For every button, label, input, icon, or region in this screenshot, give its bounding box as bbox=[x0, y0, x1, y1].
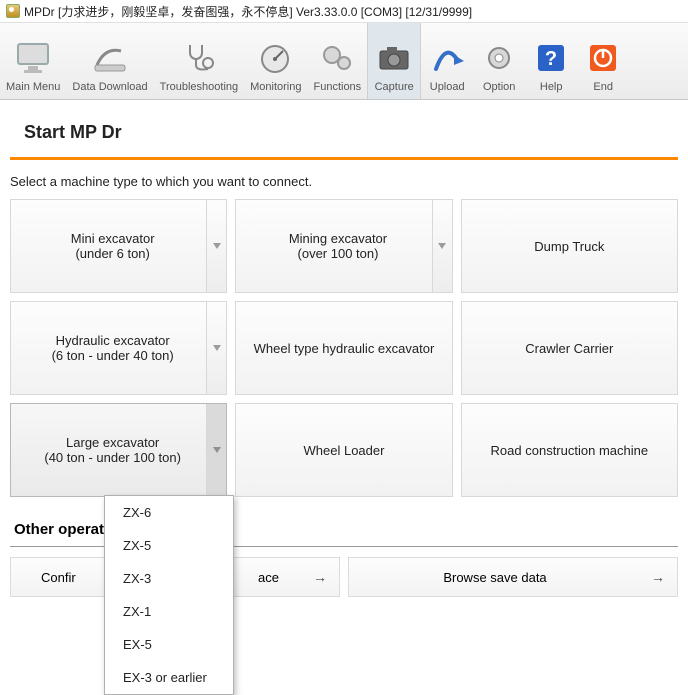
gauge-icon bbox=[256, 38, 296, 78]
toolbar: Main Menu Data Download Troubleshooting … bbox=[0, 22, 688, 100]
label: Mining excavator bbox=[289, 231, 387, 246]
help-button[interactable]: ? Help bbox=[525, 23, 577, 99]
window-titlebar: MPDr [力求进步，刚毅坚卓，发奋图强，永不停息] Ver3.33.0.0 [… bbox=[0, 0, 688, 22]
monitoring-button[interactable]: Monitoring bbox=[244, 23, 307, 99]
machine-large-excavator[interactable]: Large excavator(40 ton - under 100 ton) bbox=[10, 403, 227, 497]
toolbar-label: Main Menu bbox=[6, 82, 60, 93]
upload-icon bbox=[427, 38, 467, 78]
main-menu-button[interactable]: Main Menu bbox=[0, 23, 66, 99]
label: (40 ton - under 100 ton) bbox=[44, 450, 181, 465]
dropdown-item[interactable]: ZX-1 bbox=[105, 595, 233, 628]
toolbar-label: Capture bbox=[375, 82, 414, 93]
browse-save-data-button[interactable]: Browse save data → bbox=[348, 557, 678, 597]
toolbar-label: Troubleshooting bbox=[160, 82, 238, 93]
window-title: MPDr [力求进步，刚毅坚卓，发奋图强，永不停息] Ver3.33.0.0 [… bbox=[24, 3, 472, 20]
download-icon bbox=[90, 38, 130, 78]
toolbar-label: Monitoring bbox=[250, 82, 301, 93]
dropdown-item[interactable]: EX-5 bbox=[105, 628, 233, 661]
data-download-button[interactable]: Data Download bbox=[66, 23, 153, 99]
upload-button[interactable]: Upload bbox=[421, 23, 473, 99]
stethoscope-icon bbox=[179, 38, 219, 78]
svg-text:?: ? bbox=[545, 48, 557, 70]
instruction-text: Select a machine type to which you want … bbox=[10, 174, 678, 189]
end-button[interactable]: End bbox=[577, 23, 629, 99]
label: Crawler Carrier bbox=[525, 341, 613, 356]
toolbar-label: Help bbox=[540, 82, 563, 93]
toolbar-label: Data Download bbox=[72, 82, 147, 93]
machine-wheel-hydraulic-excavator[interactable]: Wheel type hydraulic excavator bbox=[235, 301, 452, 395]
machine-grid: Mini excavator(under 6 ton) Mining excav… bbox=[10, 199, 678, 497]
capture-button[interactable]: Capture bbox=[367, 23, 421, 99]
toolbar-label: Option bbox=[483, 82, 515, 93]
chevron-down-icon[interactable] bbox=[206, 404, 226, 496]
label: Mini excavator bbox=[71, 231, 155, 246]
functions-button[interactable]: Functions bbox=[307, 23, 367, 99]
app-icon bbox=[6, 4, 20, 18]
dropdown-item[interactable]: EX-3 or earlier bbox=[105, 661, 233, 694]
gears-icon bbox=[317, 38, 357, 78]
label: Wheel type hydraulic excavator bbox=[254, 341, 435, 356]
label: Confir bbox=[41, 570, 76, 585]
label: Road construction machine bbox=[491, 443, 649, 458]
dropdown-item[interactable]: ZX-6 bbox=[105, 496, 233, 529]
arrow-right-icon: → bbox=[651, 569, 665, 585]
machine-mining-excavator[interactable]: Mining excavator(over 100 ton) bbox=[235, 199, 452, 293]
divider bbox=[10, 157, 678, 160]
troubleshooting-button[interactable]: Troubleshooting bbox=[154, 23, 244, 99]
label: Browse save data bbox=[443, 570, 546, 585]
label: ace bbox=[258, 570, 279, 585]
option-button[interactable]: Option bbox=[473, 23, 525, 99]
chevron-down-icon[interactable] bbox=[206, 200, 226, 292]
machine-road-construction[interactable]: Road construction machine bbox=[461, 403, 678, 497]
label: Other operations bbox=[14, 521, 104, 538]
label: Dump Truck bbox=[534, 239, 604, 254]
camera-icon bbox=[374, 38, 414, 78]
power-icon bbox=[583, 38, 623, 78]
chevron-down-icon[interactable] bbox=[432, 200, 452, 292]
large-excavator-dropdown[interactable]: ZX-6 ZX-5 ZX-3 ZX-1 EX-5 EX-3 or earlier bbox=[104, 495, 234, 695]
label: Wheel Loader bbox=[304, 443, 385, 458]
toolbar-label: Functions bbox=[313, 82, 361, 93]
machine-dump-truck[interactable]: Dump Truck bbox=[461, 199, 678, 293]
toolbar-label: Upload bbox=[430, 82, 465, 93]
chevron-down-icon[interactable] bbox=[206, 302, 226, 394]
label: Large excavator bbox=[66, 435, 159, 450]
arrow-right-icon: → bbox=[313, 569, 327, 585]
monitor-icon bbox=[13, 38, 53, 78]
label: (6 ton - under 40 ton) bbox=[52, 348, 174, 363]
machine-hydraulic-excavator[interactable]: Hydraulic excavator(6 ton - under 40 ton… bbox=[10, 301, 227, 395]
toolbar-label: End bbox=[593, 82, 613, 93]
label: Hydraulic excavator bbox=[56, 333, 170, 348]
machine-wheel-loader[interactable]: Wheel Loader bbox=[235, 403, 452, 497]
label: (under 6 ton) bbox=[75, 246, 149, 261]
gear-icon bbox=[479, 38, 519, 78]
label: (over 100 ton) bbox=[298, 246, 379, 261]
dropdown-item[interactable]: ZX-5 bbox=[105, 529, 233, 562]
help-icon: ? bbox=[531, 38, 571, 78]
machine-crawler-carrier[interactable]: Crawler Carrier bbox=[461, 301, 678, 395]
dropdown-item[interactable]: ZX-3 bbox=[105, 562, 233, 595]
page-body: Start MP Dr Select a machine type to whi… bbox=[0, 100, 688, 597]
page-title: Start MP Dr bbox=[24, 122, 678, 143]
machine-mini-excavator[interactable]: Mini excavator(under 6 ton) bbox=[10, 199, 227, 293]
